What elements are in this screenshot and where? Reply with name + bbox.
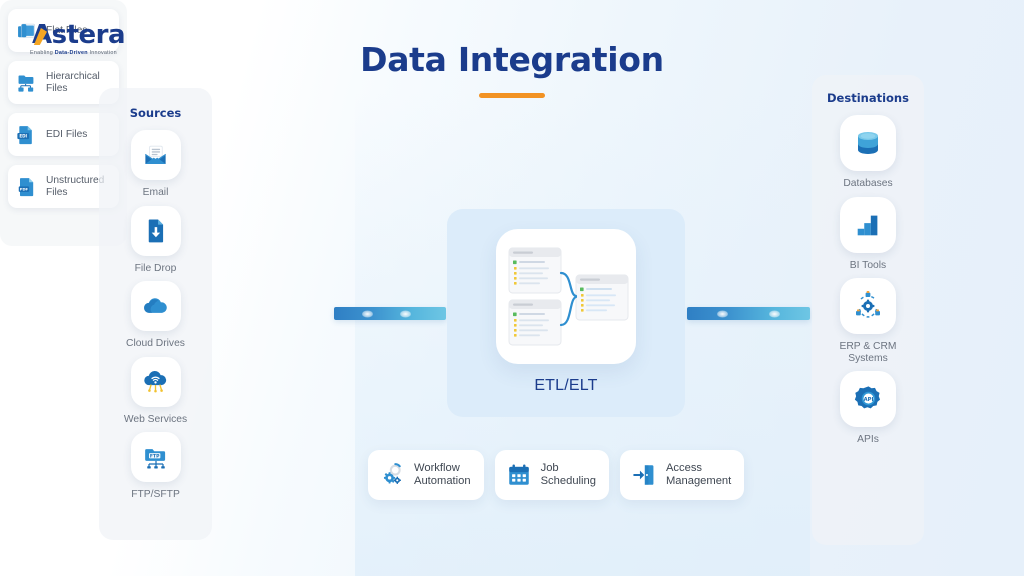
etl-illustration-card — [496, 229, 636, 364]
api-badge-text: API — [863, 396, 873, 402]
data-integration-infographic: Astera Enabling Data-Driven Innovation D… — [0, 0, 1024, 576]
source-label: Cloud Drives — [126, 338, 185, 349]
sources-list: Email File Drop Cloud Drives Web Service… — [99, 130, 212, 501]
destinations-title: Destinations — [827, 91, 909, 105]
mapping-curve-top — [559, 271, 578, 298]
mapping-window-source-2 — [508, 299, 562, 346]
flow-dot — [362, 310, 373, 317]
flow-dot — [717, 310, 728, 317]
feature-card-workflow-automation[interactable]: Workflow Automation — [368, 450, 484, 500]
database-cylinder-icon — [858, 132, 878, 154]
cloud-wifi-icon — [144, 370, 167, 393]
destination-label: BI Tools — [849, 259, 887, 271]
mapping-window-target — [575, 274, 629, 321]
feature-card-access-management[interactable]: Access Management — [619, 450, 745, 500]
envelope-icon — [145, 145, 166, 164]
page-title: Data Integration — [360, 40, 664, 79]
destination-node-erp-crm[interactable]: ERP & CRM Systems — [812, 278, 924, 364]
feature-card-job-scheduling[interactable]: Job Scheduling — [494, 450, 609, 500]
source-node-web-services[interactable]: Web Services — [99, 356, 212, 426]
cloud-icon — [144, 297, 167, 313]
flow-dot — [769, 310, 780, 317]
sources-to-etl-arrow — [334, 307, 446, 320]
feature-label: Job Scheduling — [541, 462, 596, 488]
calendar-icon — [508, 464, 529, 485]
feature-label-line1: Workflow — [414, 462, 460, 474]
sources-panel: Sources Email File Drop Cloud Drives Web… — [99, 88, 212, 540]
source-node-file-drop[interactable]: File Drop — [99, 205, 212, 275]
source-node-ftp[interactable]: FTP FTP/SFTP — [99, 432, 212, 501]
source-tile — [130, 281, 181, 331]
etl-label: ETL/ELT — [534, 377, 598, 394]
source-label: Email — [142, 187, 169, 198]
destination-label: Databases — [843, 178, 893, 189]
destination-node-apis[interactable]: API APIs — [812, 371, 924, 446]
source-label: Web Services — [123, 413, 188, 425]
source-node-email[interactable]: Email — [99, 130, 212, 199]
feature-label: Workflow Automation — [414, 462, 471, 488]
destination-node-bi-tools[interactable]: BI Tools — [812, 196, 924, 272]
svg-text:FTP: FTP — [149, 453, 159, 459]
data-mapping-diagram-icon — [508, 247, 629, 346]
destinations-list: Databases BI Tools ERP & CRM Systems API… — [812, 115, 924, 446]
source-tile: FTP — [130, 432, 181, 482]
edi-files-icon: EDI — [17, 125, 32, 144]
file-download-icon — [148, 219, 164, 243]
file-type-label: EDI Files — [46, 128, 88, 140]
source-tile — [130, 205, 181, 256]
destination-node-databases[interactable]: Databases — [812, 115, 924, 190]
pdf-badge-text: PDF — [20, 187, 29, 191]
destination-tile: API — [840, 371, 896, 427]
features-row: Workflow Automation Job Scheduling Acces… — [368, 450, 745, 500]
mapping-curve-bottom — [559, 295, 578, 327]
feature-label: Access Management — [666, 462, 731, 488]
feature-label-line2: Scheduling — [540, 475, 596, 487]
feature-label-line1: Job — [540, 462, 559, 474]
source-node-cloud-drives[interactable]: Cloud Drives — [99, 281, 212, 350]
source-label: FTP/SFTP — [131, 489, 180, 500]
bar-chart-icon — [857, 215, 878, 235]
etl-panel: ETL/ELT — [447, 209, 685, 417]
source-label: File Drop — [134, 262, 177, 274]
sources-title: Sources — [129, 106, 182, 120]
door-login-icon — [633, 465, 654, 485]
feature-label-line2: Automation — [414, 475, 471, 487]
source-tile — [130, 356, 181, 407]
destination-tile — [840, 278, 896, 334]
mapping-window-source-1 — [508, 247, 562, 294]
destination-tile — [840, 115, 896, 171]
feature-label-line2: Management — [665, 475, 732, 487]
destinations-panel: Destinations Databases BI Tools ERP & CR… — [812, 75, 924, 545]
flow-dot — [400, 310, 411, 317]
gear-network-icon — [856, 291, 880, 318]
etl-to-destinations-arrow — [687, 307, 810, 320]
ftp-folder-icon: FTP — [144, 449, 165, 469]
destination-label: APIs — [857, 434, 879, 445]
source-tile — [130, 130, 181, 180]
gears-automation-icon — [383, 463, 401, 484]
pdf-file-icon: PDF — [18, 177, 34, 196]
feature-label-line1: Access — [665, 462, 703, 474]
api-gear-icon: API — [854, 385, 880, 408]
destination-tile — [840, 196, 896, 253]
destination-label: ERP & CRM Systems — [839, 341, 897, 364]
edi-badge-text: EDI — [19, 133, 27, 138]
